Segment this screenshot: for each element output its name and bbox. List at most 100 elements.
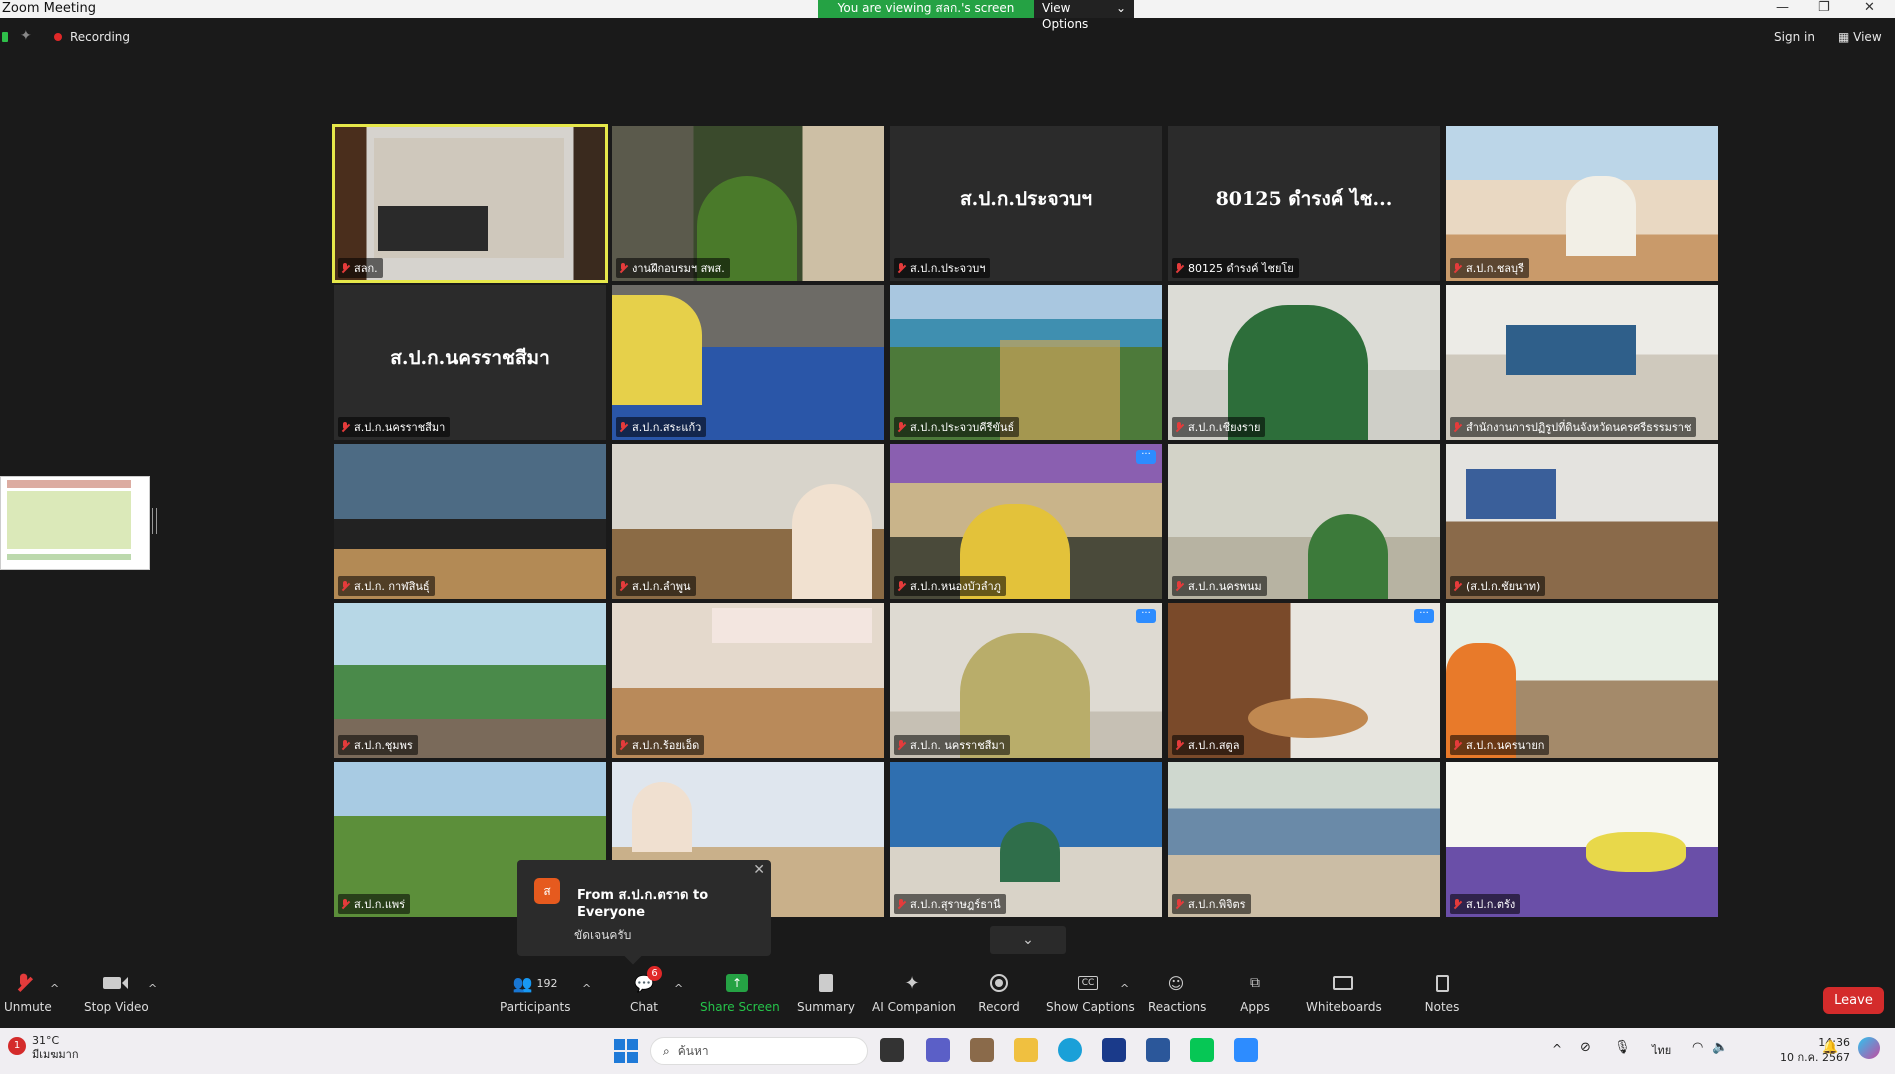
teams-icon[interactable] bbox=[926, 1038, 950, 1062]
info-icon[interactable]: ✦ bbox=[20, 28, 32, 44]
minimize-icon[interactable]: — bbox=[1776, 0, 1789, 15]
show-captions-label: Show Captions bbox=[1046, 1000, 1135, 1014]
edge-icon[interactable] bbox=[1058, 1038, 1082, 1062]
participant-name: สำนักงานการปฏิรูปที่ดินจังหวัดนครศรีธรรม… bbox=[1466, 421, 1692, 434]
video-tile[interactable]: ส.ป.ก.สระแก้ว bbox=[612, 285, 884, 440]
summary-button[interactable]: Summary bbox=[796, 968, 856, 1028]
video-tile[interactable]: ส.ป.ก.นครนายก bbox=[1446, 603, 1718, 758]
close-icon[interactable]: ✕ bbox=[1864, 0, 1875, 15]
ai-companion-button[interactable]: ✦ AI Companion bbox=[872, 968, 956, 1028]
video-tile[interactable]: ส.ป.ก.นครราชสีมา ส.ป.ก.นครราชสีมา bbox=[334, 285, 606, 440]
participants-button[interactable]: 👥 192 Participants bbox=[500, 968, 571, 1028]
video-tile[interactable]: ส.ป.ก.ชลบุรี bbox=[1446, 126, 1718, 281]
participant-name: ส.ป.ก.หนองบัวลำภู bbox=[910, 580, 1001, 593]
participants-options-caret-icon[interactable]: ^ bbox=[582, 982, 591, 995]
app-icon[interactable] bbox=[970, 1038, 994, 1062]
security-shield-icon[interactable] bbox=[2, 32, 8, 42]
weather-widget[interactable]: 1 31°C มีเมฆมาก bbox=[8, 1034, 79, 1062]
video-tile[interactable]: ส.ป.ก. กาฬสินธุ์ bbox=[334, 444, 606, 599]
view-options-button[interactable]: View Options ⌄ bbox=[1034, 0, 1134, 31]
whiteboard-icon bbox=[1306, 968, 1380, 998]
video-tile[interactable]: ส.ป.ก.ร้อยเอ็ด bbox=[612, 603, 884, 758]
start-icon[interactable] bbox=[614, 1039, 638, 1063]
video-tile[interactable]: ส.ป.ก.นครพนม bbox=[1168, 444, 1440, 599]
recording-indicator[interactable]: Recording bbox=[54, 30, 130, 44]
network-off-icon[interactable]: ⊘ bbox=[1580, 1040, 1591, 1055]
close-icon[interactable]: ✕ bbox=[753, 862, 765, 878]
video-tile[interactable]: ··· ส.ป.ก.สตูล bbox=[1168, 603, 1440, 758]
video-tile[interactable]: สำนักงานการปฏิรูปที่ดินจังหวัดนครศรีธรรม… bbox=[1446, 285, 1718, 440]
muted-mic-icon bbox=[897, 262, 906, 274]
video-tile[interactable]: ส.ป.ก.สุราษฎร์ธานี bbox=[890, 762, 1162, 917]
video-tile[interactable]: (ส.ป.ก.ชัยนาท) bbox=[1446, 444, 1718, 599]
word-icon[interactable] bbox=[1146, 1038, 1170, 1062]
video-tile[interactable]: ส.ป.ก.ประจวบฯ ส.ป.ก.ประจวบฯ bbox=[890, 126, 1162, 281]
line-icon[interactable] bbox=[1190, 1038, 1214, 1062]
app-icon[interactable] bbox=[1102, 1038, 1126, 1062]
muted-mic-icon bbox=[1453, 580, 1462, 592]
sign-in-link[interactable]: Sign in bbox=[1774, 30, 1815, 44]
speaker-icon[interactable]: 🔈 bbox=[1712, 1040, 1728, 1055]
share-screen-button[interactable]: ↑ Share Screen bbox=[700, 968, 780, 1028]
video-tile[interactable]: ส.ป.ก.ประจวบคีรีขันธ์ bbox=[890, 285, 1162, 440]
system-clock[interactable]: 14:36 10 ก.ค. 2567 bbox=[1780, 1035, 1850, 1065]
unmute-button[interactable]: Unmute bbox=[4, 968, 52, 1028]
participant-name: 80125 ดำรงค์ ไชยโย bbox=[1188, 262, 1294, 275]
video-tile[interactable]: 80125 ดำรงค์ ไช... 80125 ดำรงค์ ไชยโย bbox=[1168, 126, 1440, 281]
more-options-icon[interactable]: ··· bbox=[1136, 450, 1156, 464]
taskbar-search[interactable]: ⌕ ค้นหา bbox=[650, 1037, 868, 1065]
muted-mic-icon bbox=[1453, 898, 1462, 910]
record-button[interactable]: Record bbox=[976, 968, 1022, 1028]
popup-tail bbox=[624, 947, 642, 965]
video-tile[interactable]: ส.ป.ก.ตรัง bbox=[1446, 762, 1718, 917]
file-explorer-icon[interactable] bbox=[1014, 1038, 1038, 1062]
restore-icon[interactable]: ❐ bbox=[1818, 0, 1830, 15]
wifi-icon[interactable]: ◠ bbox=[1692, 1040, 1703, 1055]
participants-label: Participants bbox=[500, 1000, 571, 1014]
video-tile[interactable]: ส.ป.ก.ชุมพร bbox=[334, 603, 606, 758]
language-indicator[interactable]: ไทย bbox=[1652, 1041, 1671, 1059]
video-tile[interactable]: ··· ส.ป.ก. นครราชสีมา bbox=[890, 603, 1162, 758]
participant-name: ส.ป.ก.เชียงราย bbox=[1188, 421, 1261, 434]
stop-video-button[interactable]: Stop Video bbox=[84, 968, 149, 1028]
captions-options-caret-icon[interactable]: ^ bbox=[1120, 982, 1129, 995]
chat-notification[interactable]: ส From ส.ป.ก.ตราด to Everyone ขัดเจนครับ… bbox=[517, 860, 771, 965]
shared-screen-thumbnail[interactable] bbox=[0, 476, 150, 570]
tray-chevron-icon[interactable]: ^ bbox=[1552, 1042, 1562, 1056]
more-options-icon[interactable]: ··· bbox=[1414, 609, 1434, 623]
participant-name: (ส.ป.ก.ชัยนาท) bbox=[1466, 580, 1541, 593]
apps-button[interactable]: ⧉ Apps bbox=[1236, 968, 1274, 1028]
notes-button[interactable]: Notes bbox=[1418, 968, 1466, 1028]
video-tile[interactable]: ส.ป.ก.ลำพูน bbox=[612, 444, 884, 599]
video-tile[interactable]: ··· ส.ป.ก.หนองบัวลำภู bbox=[890, 444, 1162, 599]
thumbnail-drag-handle[interactable] bbox=[152, 508, 157, 534]
record-label: Record bbox=[978, 1000, 1020, 1014]
whiteboards-button[interactable]: Whiteboards bbox=[1306, 968, 1382, 1028]
video-tile[interactable]: สลก. bbox=[334, 126, 606, 281]
thumbnail-header bbox=[7, 480, 131, 488]
task-view-icon[interactable] bbox=[880, 1038, 904, 1062]
chat-options-caret-icon[interactable]: ^ bbox=[674, 982, 683, 995]
video-options-caret-icon[interactable]: ^ bbox=[148, 982, 157, 995]
leave-button[interactable]: Leave bbox=[1823, 987, 1884, 1014]
weather-alert-icon: 1 bbox=[8, 1037, 26, 1055]
microphone-icon[interactable]: 🎙 bbox=[1614, 1040, 1631, 1055]
show-captions-button[interactable]: CC Show Captions bbox=[1046, 968, 1135, 1028]
zoom-icon[interactable] bbox=[1234, 1038, 1258, 1062]
video-tile[interactable]: ส.ป.ก.พิจิตร bbox=[1168, 762, 1440, 917]
more-options-icon[interactable]: ··· bbox=[1136, 609, 1156, 623]
audio-options-caret-icon[interactable]: ^ bbox=[50, 982, 59, 995]
collapse-gallery-button[interactable]: ⌄ bbox=[990, 926, 1066, 954]
chat-button[interactable]: 💬 Chat 6 bbox=[626, 966, 662, 1028]
muted-mic-icon bbox=[1175, 421, 1184, 433]
copilot-icon[interactable] bbox=[1858, 1037, 1880, 1059]
thumbnail-footer bbox=[7, 554, 131, 560]
reactions-button[interactable]: ☺ Reactions bbox=[1148, 968, 1206, 1028]
muted-mic-icon bbox=[1175, 262, 1184, 274]
video-tile[interactable]: ส.ป.ก.เชียงราย bbox=[1168, 285, 1440, 440]
notification-bell-icon[interactable]: 🔔 bbox=[1822, 1040, 1838, 1055]
participant-name: ส.ป.ก.นครราชสีมา bbox=[354, 421, 446, 434]
video-tile[interactable]: งานฝึกอบรมฯ สพส. bbox=[612, 126, 884, 281]
meeting-topbar: ✦ Recording Sign in ▦ View bbox=[0, 18, 1895, 58]
view-button[interactable]: ▦ View bbox=[1838, 30, 1882, 44]
